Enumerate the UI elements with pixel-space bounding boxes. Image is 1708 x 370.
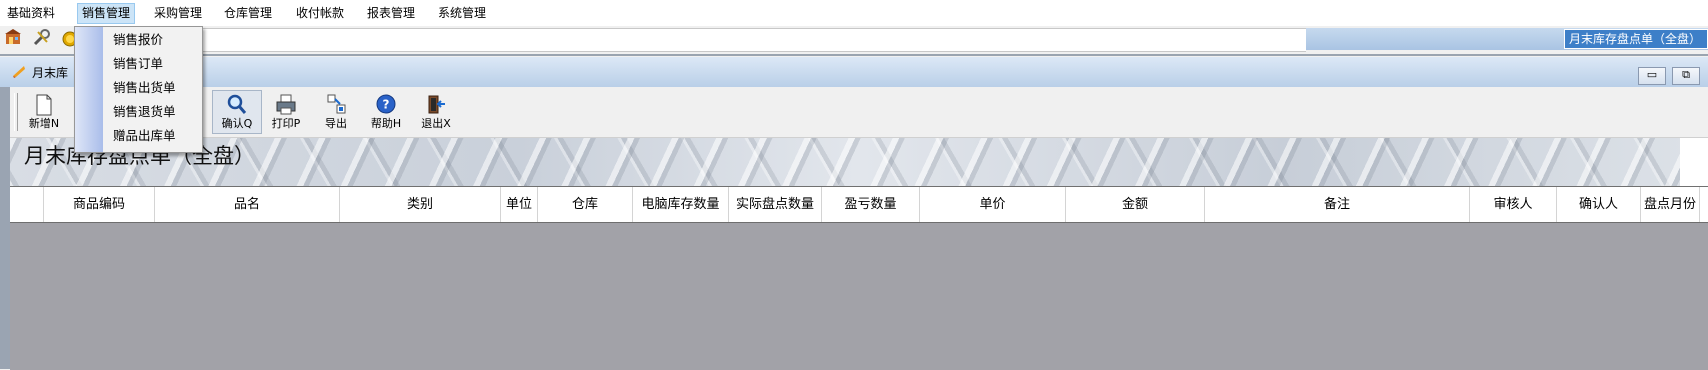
help-button-label: 帮助H xyxy=(370,117,402,130)
window-tab-strip: 月末库存盘点单（全盘） xyxy=(1306,28,1708,50)
new-button-label: 新增N xyxy=(28,117,60,130)
menu-icon-gutter xyxy=(75,27,103,152)
magnifier-icon xyxy=(227,94,247,114)
top-toolbar: 月末库存盘点单（全盘） xyxy=(0,26,1708,54)
row-selector-header[interactable] xyxy=(10,187,44,222)
svg-text:?: ? xyxy=(383,98,390,112)
exit-button[interactable]: 退出X xyxy=(412,91,460,133)
menu-item-sales-quote[interactable]: 销售报价 xyxy=(113,30,163,50)
child-window-title: 月末库 xyxy=(32,66,69,80)
help-button[interactable]: ? 帮助H xyxy=(362,91,410,133)
sales-management-dropdown: 销售报价 销售订单 销售出货单 销售退货单 赠品出库单 xyxy=(74,26,203,153)
print-button-label: 打印P xyxy=(271,117,301,130)
column-header-confirmer[interactable]: 确认人 xyxy=(1557,187,1641,222)
column-header-actual-count-qty[interactable]: 实际盘点数量 xyxy=(729,187,822,222)
column-header-unit[interactable]: 单位 xyxy=(501,187,538,222)
menu-reports[interactable]: 报表管理 xyxy=(363,4,419,23)
print-button[interactable]: 打印P xyxy=(262,91,310,133)
restore-button[interactable]: ⧉ xyxy=(1672,67,1700,85)
confirm-button-label: 确认Q xyxy=(221,117,253,130)
window-tab-active[interactable]: 月末库存盘点单（全盘） xyxy=(1563,29,1708,49)
column-header-variance-qty[interactable]: 盈亏数量 xyxy=(822,187,920,222)
menu-item-gift-outbound[interactable]: 赠品出库单 xyxy=(113,126,176,146)
column-header-reviewer[interactable]: 审核人 xyxy=(1470,187,1557,222)
menu-purchase-management[interactable]: 采购管理 xyxy=(150,4,206,23)
window-icon xyxy=(12,65,26,78)
new-document-icon xyxy=(36,94,52,116)
menu-sales-management[interactable]: 销售管理 xyxy=(77,3,136,24)
menu-system[interactable]: 系统管理 xyxy=(434,4,490,23)
column-header-system-stock-qty[interactable]: 电脑库存数量 xyxy=(633,187,729,222)
column-header-remarks[interactable]: 备注 xyxy=(1205,187,1470,222)
store-icon[interactable] xyxy=(4,28,24,48)
grid-header: 商品编码 品名 类别 单位 仓库 电脑库存数量 实际盘点数量 盈亏数量 单价 金… xyxy=(10,187,1708,223)
confirm-button[interactable]: 确认Q xyxy=(212,90,262,134)
column-header-unit-price[interactable]: 单价 xyxy=(920,187,1066,222)
new-button[interactable]: 新增N xyxy=(20,91,68,133)
minimize-button[interactable]: ▭ xyxy=(1638,67,1666,85)
export-button[interactable]: 导出 xyxy=(312,91,360,133)
document-banner: 月末库存盘点单（全盘） xyxy=(10,138,1708,186)
column-header-warehouse[interactable]: 仓库 xyxy=(538,187,633,222)
printer-icon xyxy=(276,94,296,115)
menu-item-sales-return[interactable]: 销售退货单 xyxy=(113,102,176,122)
banner-edge xyxy=(1680,138,1708,186)
tools-icon[interactable] xyxy=(32,28,52,48)
menu-item-sales-shipment[interactable]: 销售出货单 xyxy=(113,78,176,98)
help-icon: ? xyxy=(376,94,396,114)
menu-accounts[interactable]: 收付帐款 xyxy=(292,4,348,23)
column-header-product-code[interactable]: 商品编码 xyxy=(44,187,155,222)
child-window: 月末库 ▭ ⧉ 新增N 删L 确认Q 打印P xyxy=(0,57,1708,370)
menu-bar: 基础资料 销售管理 采购管理 仓库管理 收付帐款 报表管理 系统管理 xyxy=(0,0,1708,26)
menu-item-sales-order[interactable]: 销售订单 xyxy=(113,54,163,74)
divider xyxy=(0,54,1708,56)
menu-warehouse-management[interactable]: 仓库管理 xyxy=(220,4,276,23)
export-icon xyxy=(327,94,346,114)
menu-basic-data[interactable]: 基础资料 xyxy=(3,4,59,23)
export-button-label: 导出 xyxy=(325,117,347,130)
column-header-count-month[interactable]: 盘点月份 xyxy=(1641,187,1700,222)
column-header-product-name[interactable]: 品名 xyxy=(155,187,340,222)
document-toolbar: 新增N 删L 确认Q 打印P 导出 ? 帮助H xyxy=(10,87,1708,138)
child-window-titlebar: 月末库 ▭ ⧉ xyxy=(0,57,1708,87)
data-grid[interactable]: 商品编码 品名 类别 单位 仓库 电脑库存数量 实际盘点数量 盈亏数量 单价 金… xyxy=(10,186,1708,370)
exit-button-label: 退出X xyxy=(421,117,451,130)
column-header-amount[interactable]: 金额 xyxy=(1066,187,1205,222)
child-window-body: 新增N 删L 确认Q 打印P 导出 ? 帮助H xyxy=(10,87,1708,370)
column-header-category[interactable]: 类别 xyxy=(340,187,501,222)
toolbar-grip[interactable] xyxy=(14,93,18,131)
status-field xyxy=(78,28,1306,52)
exit-icon xyxy=(428,95,445,114)
